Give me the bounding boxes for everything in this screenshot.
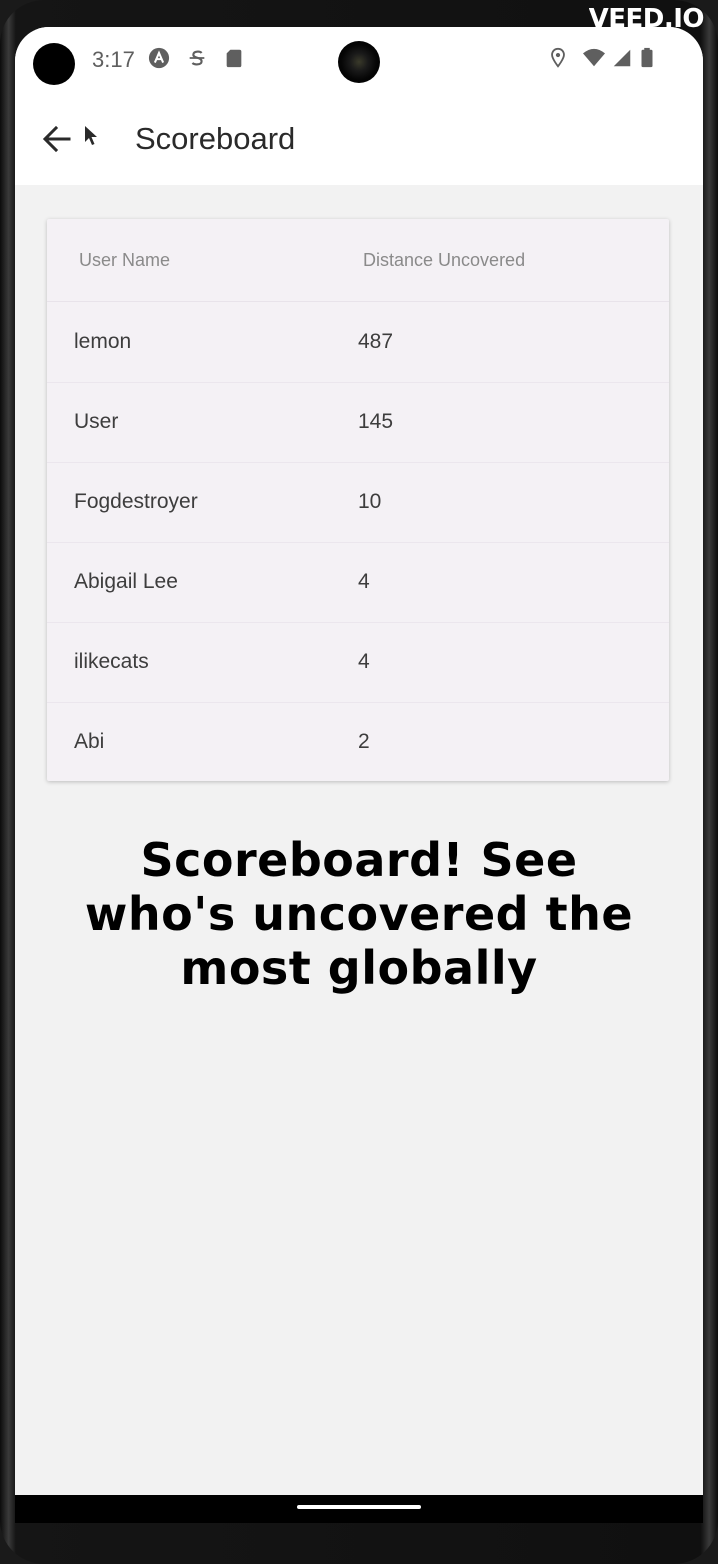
s-sync-icon bbox=[189, 50, 205, 66]
distance-cell: 10 bbox=[358, 490, 382, 513]
user-name-cell: User bbox=[74, 410, 119, 433]
column-header-user-name[interactable]: User Name bbox=[79, 250, 170, 271]
table-header: User Name Distance Uncovered bbox=[47, 219, 669, 302]
distance-cell: 4 bbox=[358, 650, 370, 673]
distance-cell: 4 bbox=[358, 570, 370, 593]
user-name-cell: Fogdestroyer bbox=[74, 490, 198, 513]
distance-cell: 145 bbox=[358, 410, 394, 433]
user-name-cell: Abi bbox=[74, 730, 105, 753]
table-row[interactable]: ilikecats 4 bbox=[47, 622, 669, 703]
phone-screen: 3:17 Scoreboard User Name Distance Uncov… bbox=[15, 27, 703, 1495]
caption-line: most globally bbox=[180, 941, 538, 995]
user-name-cell: ilikecats bbox=[74, 650, 149, 673]
table-row[interactable]: Abigail Lee 4 bbox=[47, 542, 669, 623]
user-name-cell: Abigail Lee bbox=[74, 570, 178, 593]
sd-card-icon bbox=[226, 49, 242, 68]
cell-signal-icon bbox=[613, 49, 631, 67]
distance-cell: 2 bbox=[358, 730, 370, 753]
table-row[interactable]: lemon 487 bbox=[47, 302, 669, 383]
distance-cell: 487 bbox=[358, 330, 394, 353]
app-bar: Scoreboard bbox=[15, 95, 703, 185]
status-bar: 3:17 bbox=[15, 27, 703, 95]
navigation-bar bbox=[15, 1495, 703, 1523]
camera-dot-icon bbox=[33, 43, 75, 85]
promo-caption: Scoreboard! See who's uncovered the most… bbox=[15, 833, 703, 995]
a-badge-icon bbox=[148, 47, 170, 69]
table-row[interactable]: Abi 2 bbox=[47, 702, 669, 782]
status-time: 3:17 bbox=[92, 47, 135, 72]
page-title: Scoreboard bbox=[135, 121, 296, 156]
mouse-pointer-icon bbox=[85, 126, 97, 145]
battery-icon bbox=[641, 47, 653, 68]
table-row[interactable]: Fogdestroyer 10 bbox=[47, 462, 669, 543]
home-gesture-handle[interactable] bbox=[297, 1505, 421, 1509]
caption-line: Scoreboard! See bbox=[140, 833, 578, 887]
phone-frame: VEED.IO 3:17 Scoreboard User Name Distan… bbox=[0, 0, 718, 1564]
caption-line: who's uncovered the bbox=[84, 887, 634, 941]
front-camera-icon bbox=[338, 41, 380, 83]
user-name-cell: lemon bbox=[74, 330, 132, 353]
wifi-icon bbox=[583, 48, 605, 67]
column-header-distance-uncovered[interactable]: Distance Uncovered bbox=[363, 250, 525, 271]
scoreboard-table: User Name Distance Uncovered lemon 487 U… bbox=[47, 219, 669, 781]
arrow-left-icon[interactable] bbox=[37, 119, 77, 159]
location-icon bbox=[551, 47, 565, 68]
table-row[interactable]: User 145 bbox=[47, 382, 669, 463]
